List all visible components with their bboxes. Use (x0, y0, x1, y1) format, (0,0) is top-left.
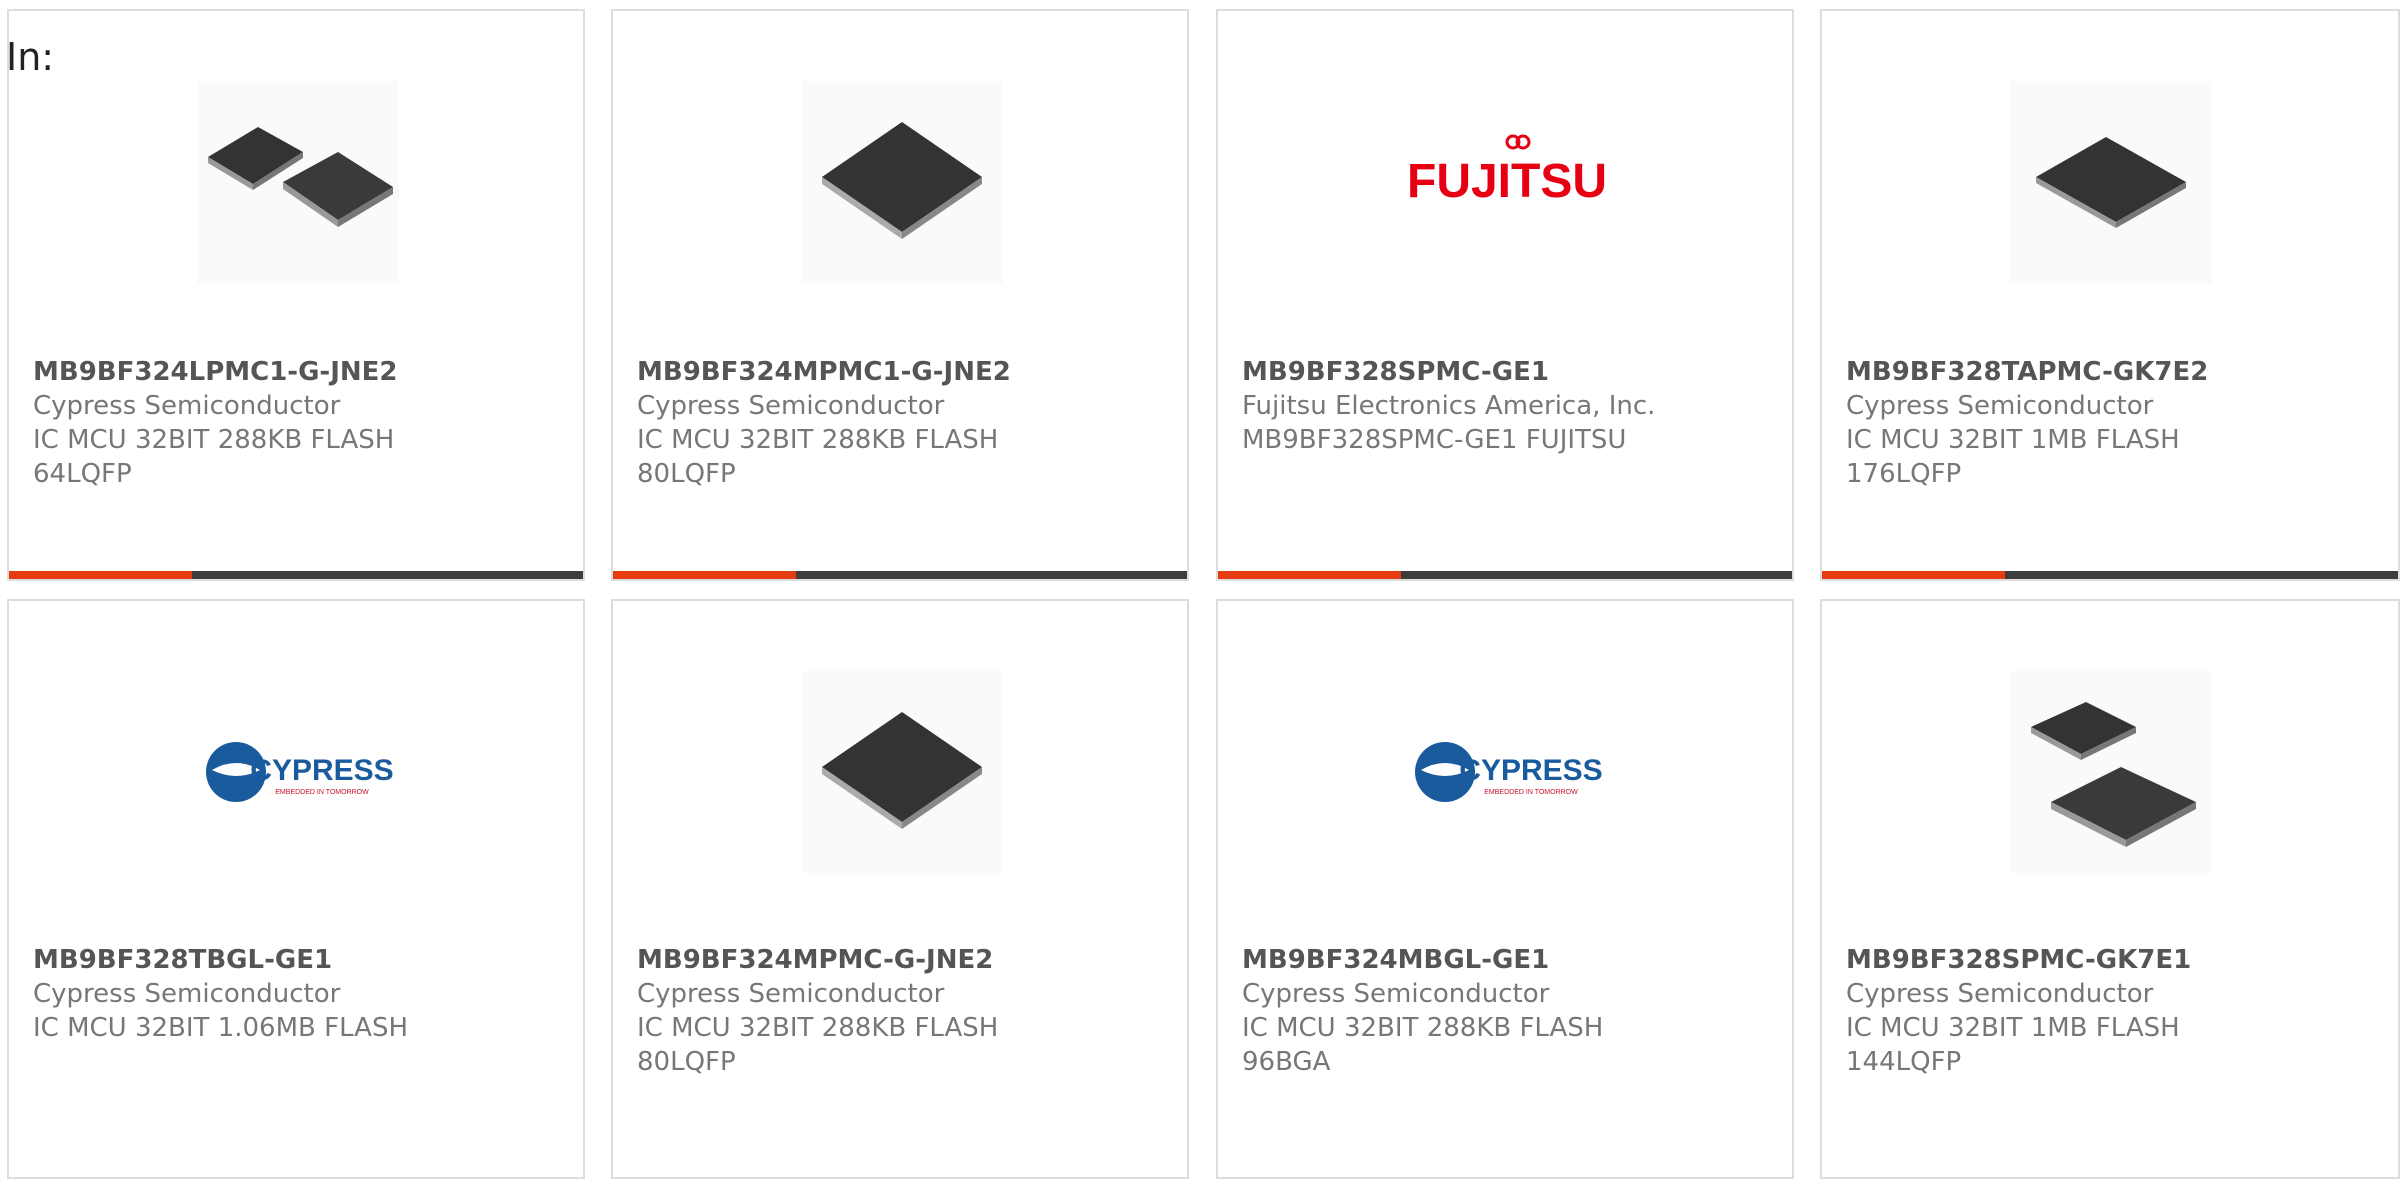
cypress-logo-icon: CYPRESS EMBEDDED IN TOMORROW (1415, 742, 1603, 802)
card-bar (613, 571, 1187, 579)
package: 176LQFP (1846, 459, 1962, 489)
description: IC MCU 32BIT 1MB FLASH (1846, 1013, 2180, 1043)
product-card[interactable]: MB9BF328TAPMC-GK7E2 Cypress Semiconducto… (1820, 9, 2400, 581)
part-number-link[interactable]: MB9BF328TBGL-GE1 (33, 943, 573, 977)
manufacturer: Cypress Semiconductor (1846, 979, 2154, 1009)
package: 144LQFP (1846, 1047, 1962, 1077)
part-number-link[interactable]: MB9BF328TAPMC-GK7E2 (1846, 355, 2388, 389)
product-image[interactable] (2010, 81, 2212, 283)
fujitsu-logo-icon: FUJITSU (1407, 134, 1607, 208)
product-image[interactable] (801, 81, 1003, 283)
manufacturer: Cypress Semiconductor (637, 979, 945, 1009)
chip-icon (822, 712, 982, 829)
card-bar-accent (1218, 571, 1401, 579)
description: IC MCU 32BIT 1.06MB FLASH (33, 1013, 409, 1043)
description: IC MCU 32BIT 288KB FLASH (1242, 1013, 1604, 1043)
package: 64LQFP (33, 459, 132, 489)
cypress-tagline: EMBEDDED IN TOMORROW (275, 789, 369, 796)
card-bar-accent (613, 571, 796, 579)
cypress-logo-icon: CYPRESS EMBEDDED IN TOMORROW (206, 742, 394, 802)
cypress-logo-text: CYPRESS (250, 754, 393, 787)
product-card[interactable]: MB9BF324MPMC-G-JNE2 Cypress Semiconducto… (611, 599, 1189, 1179)
manufacturer: Cypress Semiconductor (33, 391, 341, 421)
part-number-link[interactable]: MB9BF324MPMC-G-JNE2 (637, 943, 1177, 977)
part-number-link[interactable]: MB9BF328SPMC-GK7E1 (1846, 943, 2388, 977)
product-image[interactable] (2010, 671, 2212, 873)
description: IC MCU 32BIT 288KB FLASH (33, 425, 395, 455)
product-card[interactable]: MB9BF324MPMC1-G-JNE2 Cypress Semiconduct… (611, 9, 1189, 581)
package: 80LQFP (637, 459, 736, 489)
manufacturer: Cypress Semiconductor (33, 979, 341, 1009)
part-number-link[interactable]: MB9BF324MPMC1-G-JNE2 (637, 355, 1177, 389)
part-number-link[interactable]: MB9BF324LPMC1-G-JNE2 (33, 355, 573, 389)
cypress-tagline: EMBEDDED IN TOMORROW (1484, 789, 1578, 796)
part-number-link[interactable]: MB9BF328SPMC-GE1 (1242, 355, 1782, 389)
description: MB9BF328SPMC-GE1 FUJITSU (1242, 425, 1627, 455)
cypress-logo-text: CYPRESS (1459, 754, 1602, 787)
package: 96BGA (1242, 1047, 1331, 1077)
manufacturer: Cypress Semiconductor (637, 391, 945, 421)
chip-icon (822, 122, 982, 239)
card-bar-accent (1822, 571, 2005, 579)
package: 80LQFP (637, 1047, 736, 1077)
manufacturer: Cypress Semiconductor (1846, 391, 2154, 421)
product-card[interactable]: CYPRESS EMBEDDED IN TOMORROW MB9BF328TBG… (7, 599, 585, 1179)
search-scope-label: In: (6, 35, 55, 79)
description: IC MCU 32BIT 1MB FLASH (1846, 425, 2180, 455)
card-bar (9, 571, 583, 579)
card-bar (1218, 571, 1792, 579)
product-image[interactable] (197, 81, 399, 283)
description: IC MCU 32BIT 288KB FLASH (637, 1013, 999, 1043)
description: IC MCU 32BIT 288KB FLASH (637, 425, 999, 455)
chip-pair-icon (208, 127, 393, 227)
chip-icon (2036, 137, 2186, 228)
manufacturer: Cypress Semiconductor (1242, 979, 1550, 1009)
card-bar (1822, 571, 2398, 579)
part-number-link[interactable]: MB9BF324MBGL-GE1 (1242, 943, 1782, 977)
chip-pair-icon (2031, 702, 2196, 847)
product-image[interactable]: FUJITSU (1406, 81, 1608, 283)
product-image[interactable] (801, 671, 1003, 873)
product-card[interactable]: CYPRESS EMBEDDED IN TOMORROW MB9BF324MBG… (1216, 599, 1794, 1179)
product-image[interactable]: CYPRESS EMBEDDED IN TOMORROW (1406, 671, 1608, 873)
product-card[interactable]: MB9BF328SPMC-GK7E1 Cypress Semiconductor… (1820, 599, 2400, 1179)
card-bar-accent (9, 571, 192, 579)
product-image[interactable]: CYPRESS EMBEDDED IN TOMORROW (197, 671, 399, 873)
product-card[interactable]: FUJITSU MB9BF328SPMC-GE1 Fujitsu Electro… (1216, 9, 1794, 581)
fujitsu-logo-text: FUJITSU (1407, 155, 1607, 208)
product-card[interactable]: MB9BF324LPMC1-G-JNE2 Cypress Semiconduct… (7, 9, 585, 581)
manufacturer: Fujitsu Electronics America, Inc. (1242, 391, 1656, 421)
